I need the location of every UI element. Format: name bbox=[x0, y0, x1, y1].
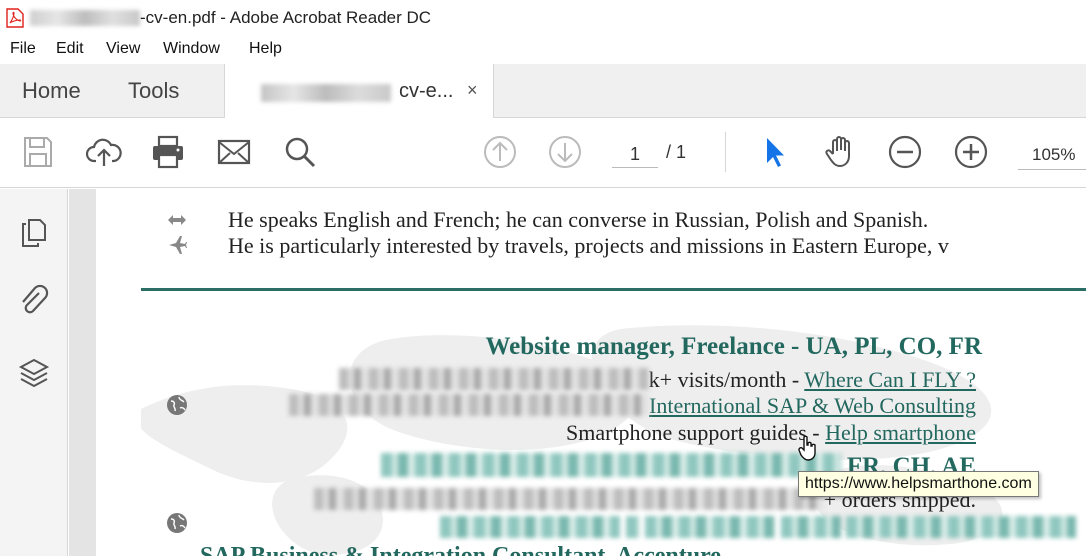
title-bar: -cv-en.pdf - Adobe Acrobat Reader DC bbox=[0, 0, 1086, 36]
menu-window[interactable]: Window bbox=[163, 40, 220, 58]
interests-text: He is particularly interested by travels… bbox=[228, 233, 949, 258]
tab-bar: Home Tools cv-e... × bbox=[0, 64, 1086, 119]
redacted-text bbox=[289, 394, 649, 416]
next-page-button[interactable] bbox=[545, 132, 585, 172]
print-button[interactable] bbox=[148, 132, 188, 172]
plus-circle-icon bbox=[954, 135, 988, 169]
menu-help[interactable]: Help bbox=[249, 40, 282, 58]
toolbar: 1 / 1 105% bbox=[0, 118, 1086, 188]
entry-visits-prefix: k+ visits/month - bbox=[648, 367, 805, 392]
pdf-page[interactable]: He speaks English and French; he can con… bbox=[96, 189, 1086, 556]
globe-icon bbox=[167, 395, 187, 415]
save-button[interactable] bbox=[18, 132, 58, 172]
redacted-link bbox=[440, 516, 620, 538]
paperclip-icon bbox=[22, 284, 49, 314]
entry-redacted-links bbox=[440, 515, 1076, 541]
minus-circle-icon bbox=[888, 135, 922, 169]
arrow-up-circle-icon bbox=[484, 136, 516, 168]
redacted-link bbox=[645, 516, 775, 538]
redacted-filename bbox=[30, 10, 140, 26]
bottom-heading: SAP Business & Integration Consultant, A… bbox=[200, 543, 721, 556]
window-title: -cv-en.pdf - Adobe Acrobat Reader DC bbox=[140, 8, 432, 27]
redacted-link bbox=[846, 516, 1076, 538]
arrow-down-circle-icon bbox=[549, 136, 581, 168]
pointer-arrow-icon bbox=[767, 138, 784, 167]
page-number-input[interactable]: 1 bbox=[612, 140, 658, 168]
attachments-button[interactable] bbox=[14, 281, 54, 321]
page-total: / 1 bbox=[666, 142, 687, 162]
entry-visits: k+ visits/month - Where Can I FLY ? bbox=[338, 367, 976, 393]
airplane-icon bbox=[169, 236, 187, 254]
sap-web-consulting-link[interactable]: International SAP & Web Consulting bbox=[649, 393, 976, 418]
language-arrows-icon bbox=[168, 215, 186, 225]
cloud-upload-icon bbox=[86, 138, 122, 166]
languages-text: He speaks English and French; he can con… bbox=[228, 207, 929, 232]
pages-icon bbox=[22, 219, 46, 247]
zoom-level-input[interactable]: 105% bbox=[1018, 140, 1086, 170]
entry-smartphone: Smartphone support guides - Help smartph… bbox=[566, 420, 976, 446]
tab-tools[interactable]: Tools bbox=[128, 78, 179, 104]
close-tab-icon[interactable]: × bbox=[467, 80, 478, 101]
globe-icon-2 bbox=[167, 513, 187, 533]
redacted-text bbox=[338, 368, 649, 390]
tab-document-label: cv-e... bbox=[399, 80, 454, 102]
envelope-icon bbox=[217, 139, 251, 165]
tab-home[interactable]: Home bbox=[22, 78, 81, 104]
menu-view[interactable]: View bbox=[106, 40, 140, 58]
help-smartphone-link[interactable]: Help smartphone bbox=[825, 420, 976, 445]
hand-tool-button[interactable] bbox=[820, 132, 860, 172]
hand-icon bbox=[825, 136, 850, 168]
search-icon bbox=[285, 137, 316, 168]
section-heading: Website manager, Freelance - UA, PL, CO,… bbox=[485, 333, 982, 360]
layers-icon bbox=[18, 358, 50, 388]
email-button[interactable] bbox=[214, 132, 254, 172]
tab-document[interactable]: cv-e... × bbox=[224, 64, 494, 119]
link-tooltip: https://www.helpsmarthone.com bbox=[798, 471, 1039, 497]
where-can-i-fly-link[interactable]: Where Can I FLY ? bbox=[804, 367, 976, 392]
redacted-link bbox=[625, 516, 640, 538]
redacted-tab-name bbox=[261, 84, 391, 102]
redacted-text bbox=[313, 488, 824, 510]
menu-bar: File Edit View Window Help bbox=[0, 36, 1086, 64]
layers-button[interactable] bbox=[14, 353, 54, 393]
section-divider bbox=[141, 288, 1086, 291]
search-button[interactable] bbox=[280, 132, 320, 172]
document-gutter bbox=[69, 189, 96, 556]
printer-icon bbox=[153, 135, 183, 169]
menu-edit[interactable]: Edit bbox=[56, 40, 84, 58]
zoom-out-button[interactable] bbox=[885, 132, 925, 172]
previous-page-button[interactable] bbox=[480, 132, 520, 172]
redacted-heading bbox=[380, 453, 841, 477]
select-tool-button[interactable] bbox=[754, 132, 794, 172]
upload-cloud-button[interactable] bbox=[84, 132, 124, 172]
menu-file[interactable]: File bbox=[10, 40, 36, 58]
page-thumbnails-button[interactable] bbox=[14, 213, 54, 253]
entry-smartphone-prefix: Smartphone support guides - bbox=[566, 420, 826, 445]
redacted-link bbox=[780, 516, 841, 538]
zoom-in-button[interactable] bbox=[951, 132, 991, 172]
entry-consulting: International SAP & Web Consulting bbox=[289, 393, 976, 419]
acrobat-icon bbox=[6, 8, 24, 28]
toolbar-divider bbox=[725, 132, 726, 172]
hand-pointer-cursor-icon bbox=[798, 435, 816, 461]
save-icon bbox=[24, 137, 52, 167]
left-navigation-pane bbox=[0, 189, 68, 556]
